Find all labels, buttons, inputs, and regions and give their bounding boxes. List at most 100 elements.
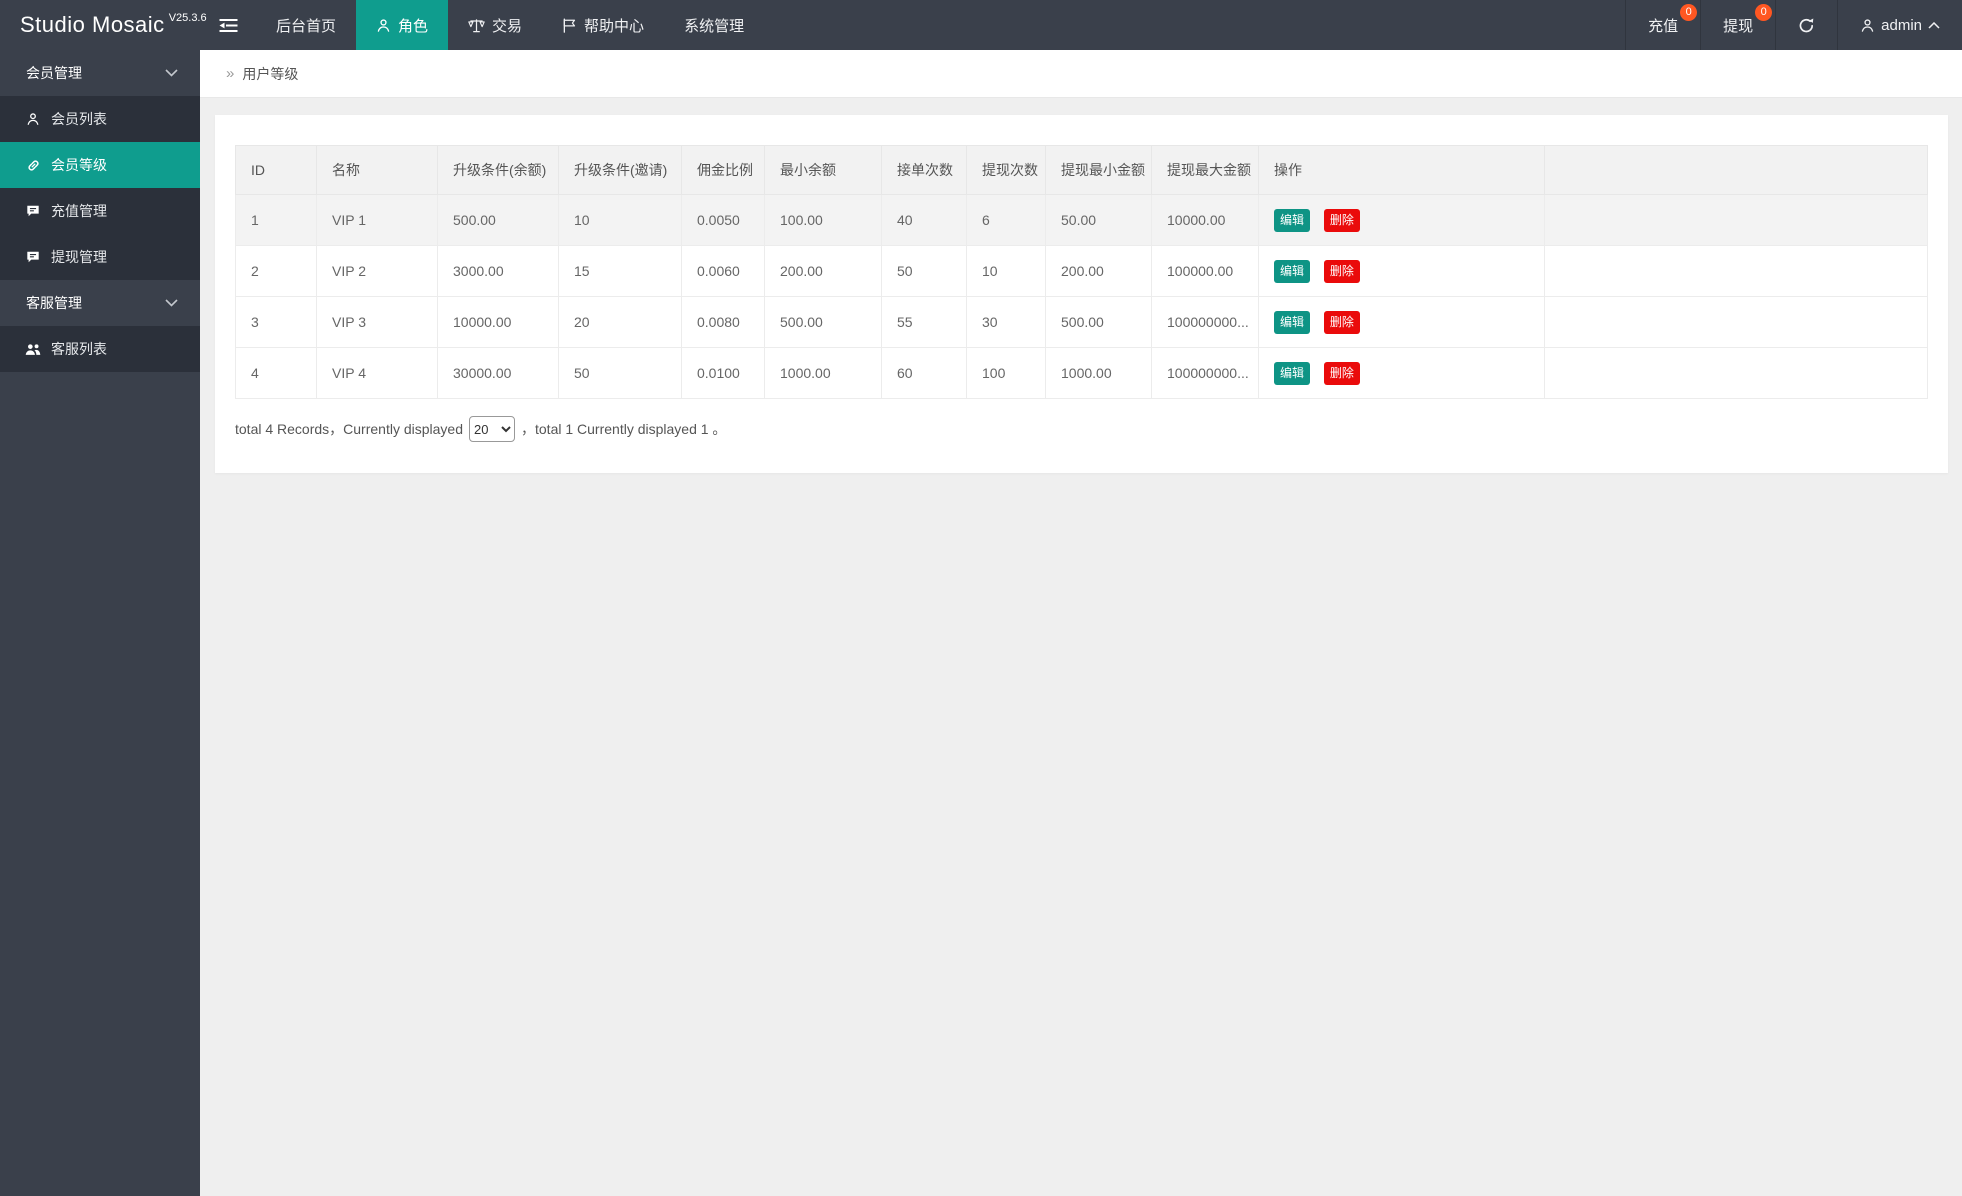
breadcrumb: » 用户等级 [200,50,1962,98]
page-size-select[interactable]: 20 [469,416,515,442]
sidebar: 会员管理 会员列表 会员等级 [0,50,200,1196]
delete-button[interactable]: 删除 [1324,362,1360,385]
cell-upgrade-invite: 20 [559,297,682,348]
recharge-label: 充值 [1648,15,1678,36]
withdraw-badge: 0 [1755,4,1772,21]
main-nav: 后台首页 角色 交易 帮助中心 系统管理 [256,0,764,50]
link-icon [25,158,41,173]
chevron-down-icon [165,299,178,307]
edit-button[interactable]: 编辑 [1274,311,1310,334]
sidebar-group-member-management[interactable]: 会员管理 [0,50,200,96]
vip-levels-table: ID 名称 升级条件(余额) 升级条件(邀请) 佣金比例 最小余额 接单次数 提… [235,145,1928,399]
edit-button[interactable]: 编辑 [1274,362,1310,385]
cell-withdraw-min: 1000.00 [1046,348,1152,399]
cell-withdraw-count: 6 [967,195,1046,246]
cell-actions: 编辑 删除 [1259,195,1545,246]
cell-min-balance: 200.00 [765,246,882,297]
cell-withdraw-max: 100000000... [1152,297,1259,348]
sidebar-toggle-button[interactable] [200,0,256,50]
recharge-button[interactable]: 充值 0 [1625,0,1700,50]
cell-withdraw-count: 10 [967,246,1046,297]
cell-name: VIP 2 [317,246,438,297]
cell-empty [1545,195,1928,246]
refresh-button[interactable] [1775,0,1837,50]
nav-tab-home[interactable]: 后台首页 [256,0,356,50]
cell-commission: 0.0050 [682,195,765,246]
column-header-withdraw-min: 提现最小金额 [1046,146,1152,195]
column-header-empty [1545,146,1928,195]
sidebar-item-label: 提现管理 [51,247,107,267]
pagination-total-text: total 4 Records，Currently displayed [235,419,463,439]
cell-min-balance: 1000.00 [765,348,882,399]
withdraw-label: 提现 [1723,15,1753,36]
table-row: 2 VIP 2 3000.00 15 0.0060 200.00 50 10 2… [236,246,1928,297]
refresh-icon [1798,17,1815,34]
cell-empty [1545,348,1928,399]
sidebar-item-label: 充值管理 [51,201,107,221]
column-header-order-count: 接单次数 [882,146,967,195]
cell-withdraw-max: 10000.00 [1152,195,1259,246]
delete-button[interactable]: 删除 [1324,260,1360,283]
delete-button[interactable]: 删除 [1324,209,1360,232]
cell-min-balance: 100.00 [765,195,882,246]
person-icon [25,112,41,126]
nav-tab-label: 系统管理 [684,15,744,36]
sidebar-group-label: 客服管理 [26,293,82,313]
comment-icon [25,250,41,264]
cell-withdraw-min: 50.00 [1046,195,1152,246]
user-menu[interactable]: admin [1837,0,1962,50]
chevron-down-icon [165,69,178,77]
column-header-withdraw-max: 提现最大金额 [1152,146,1259,195]
username: admin [1881,17,1922,34]
cell-id: 4 [236,348,317,399]
edit-button[interactable]: 编辑 [1274,209,1310,232]
sidebar-item-member-list[interactable]: 会员列表 [0,96,200,142]
comment-icon [25,204,41,218]
cell-actions: 编辑 删除 [1259,297,1545,348]
withdraw-button[interactable]: 提现 0 [1700,0,1775,50]
cell-withdraw-min: 500.00 [1046,297,1152,348]
sidebar-item-label: 客服列表 [51,339,107,359]
recharge-badge: 0 [1680,4,1697,21]
cell-id: 3 [236,297,317,348]
nav-tab-trade[interactable]: 交易 [448,0,542,50]
nav-tab-label: 后台首页 [276,15,336,36]
sidebar-group-label: 会员管理 [26,63,82,83]
page-title: 用户等级 [242,64,298,84]
nav-tab-label: 交易 [492,15,522,36]
column-header-upgrade-balance: 升级条件(余额) [438,146,559,195]
hamburger-icon [219,18,238,33]
cell-upgrade-invite: 50 [559,348,682,399]
sidebar-item-member-level[interactable]: 会员等级 [0,142,200,188]
delete-button[interactable]: 删除 [1324,311,1360,334]
cell-upgrade-balance: 30000.00 [438,348,559,399]
cell-commission: 0.0060 [682,246,765,297]
cell-withdraw-min: 200.00 [1046,246,1152,297]
edit-button[interactable]: 编辑 [1274,260,1310,283]
cell-withdraw-max: 100000000... [1152,348,1259,399]
sidebar-item-service-list[interactable]: 客服列表 [0,326,200,372]
cell-order-count: 50 [882,246,967,297]
column-header-id: ID [236,146,317,195]
cell-empty [1545,246,1928,297]
column-header-upgrade-invite: 升级条件(邀请) [559,146,682,195]
nav-tab-system[interactable]: 系统管理 [664,0,764,50]
sidebar-group-service-management[interactable]: 客服管理 [0,280,200,326]
sidebar-item-withdraw-management[interactable]: 提现管理 [0,234,200,280]
cell-min-balance: 500.00 [765,297,882,348]
person-icon [1860,18,1875,33]
topbar-right: 充值 0 提现 0 admin [1625,0,1962,50]
cell-withdraw-count: 30 [967,297,1046,348]
cell-commission: 0.0100 [682,348,765,399]
cell-withdraw-count: 100 [967,348,1046,399]
flag-icon [562,18,577,33]
nav-tab-help-center[interactable]: 帮助中心 [542,0,664,50]
cell-upgrade-balance: 500.00 [438,195,559,246]
column-header-commission: 佣金比例 [682,146,765,195]
sidebar-item-label: 会员列表 [51,109,107,129]
nav-tab-roles[interactable]: 角色 [356,0,448,50]
cell-name: VIP 3 [317,297,438,348]
cell-order-count: 40 [882,195,967,246]
column-header-withdraw-count: 提现次数 [967,146,1046,195]
sidebar-item-recharge-management[interactable]: 充值管理 [0,188,200,234]
